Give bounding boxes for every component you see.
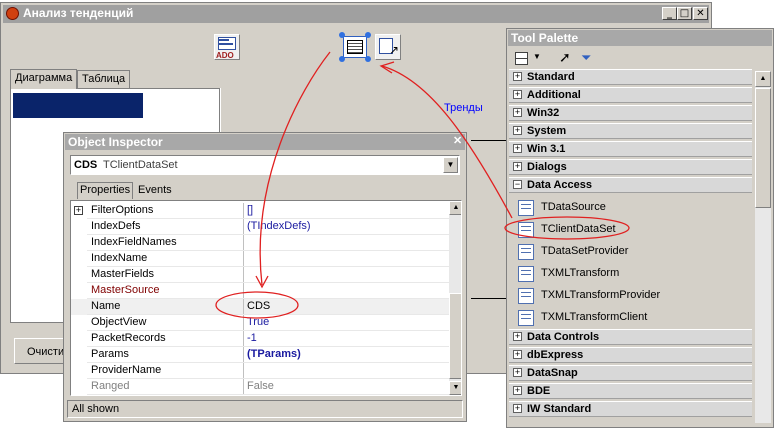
annotation-overlay [215,51,630,319]
arrow-to-name-field [259,51,331,286]
tab-diagram[interactable]: Диаграмма [10,69,78,89]
highlight-tclientdataset [504,216,630,240]
arrow-to-component-icon [381,65,513,219]
highlight-name-value [215,291,299,319]
